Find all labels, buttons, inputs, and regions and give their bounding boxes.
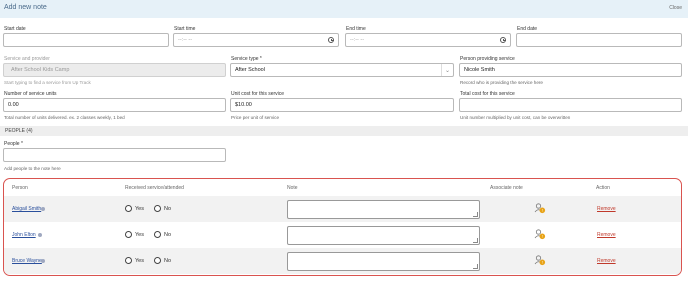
note-textarea[interactable] [287, 252, 480, 271]
column-header-person: Person [12, 185, 28, 191]
column-header-note: Note [287, 185, 298, 191]
people-section-title: PEOPLE (4) [5, 128, 33, 134]
chevron-down-icon[interactable]: ⌄ [441, 64, 453, 76]
person-providing-label: Person providing service [460, 56, 515, 62]
person-providing-help: Record who is providing the service here [460, 80, 543, 85]
no-radio[interactable] [154, 204, 161, 212]
yes-radio[interactable] [125, 256, 132, 264]
person-name-link[interactable]: John Elton [12, 232, 36, 238]
start-time-placeholder: --:-- -- [178, 37, 193, 43]
close-button[interactable]: Close [669, 5, 682, 11]
remove-button[interactable]: Remove [597, 232, 616, 238]
person-icon [41, 206, 45, 211]
person-icon [38, 232, 42, 237]
remove-button[interactable]: Remove [597, 206, 616, 212]
people-section-header: PEOPLE (4) [0, 126, 688, 136]
no-label: No [164, 205, 172, 212]
people-help: Add people to the note here [4, 166, 61, 171]
yes-label: Yes [135, 205, 144, 212]
unit-cost-input[interactable]: $10.00 [230, 98, 454, 112]
no-label: No [164, 231, 172, 238]
service-type-label: Service type * [231, 56, 262, 62]
no-radio[interactable] [154, 256, 161, 264]
units-help: Total number of units delivered. ex. 2 c… [4, 115, 125, 120]
yes-radio[interactable] [125, 230, 132, 238]
note-textarea[interactable] [287, 226, 480, 245]
yes-label: Yes [135, 257, 144, 264]
associate-note-icon[interactable]: ! [534, 202, 546, 214]
service-provider-label: Service and provider [4, 56, 50, 62]
table-row: Bruce Wayne Yes No ! Remove [4, 248, 681, 274]
table-row: Abigail Smith Yes No ! Remove [4, 196, 681, 222]
service-provider-input: After School Kids Camp [3, 63, 226, 77]
no-label: No [164, 257, 172, 264]
end-time-input[interactable]: --:-- -- [345, 33, 511, 47]
modal-header: Add new note Close [0, 0, 688, 18]
table-row: John Elton Yes No ! Remove [4, 222, 681, 248]
clock-icon[interactable] [328, 37, 334, 43]
person-icon [41, 258, 45, 263]
end-date-label: End date [517, 26, 538, 32]
yes-label: Yes [135, 231, 144, 238]
svg-text:!: ! [542, 235, 543, 239]
column-header-action: Action [596, 185, 610, 191]
total-cost-help: Unit number multiplied by unit cost, can… [460, 115, 571, 120]
people-label: People * [4, 141, 23, 147]
person-name-link[interactable]: Abigail Smith [12, 206, 41, 212]
end-date-input[interactable] [516, 33, 682, 47]
people-table: Person Received service/attended Note As… [3, 178, 682, 276]
remove-button[interactable]: Remove [597, 258, 616, 264]
start-date-label: Start date [4, 26, 26, 32]
no-radio[interactable] [154, 230, 161, 238]
units-input[interactable]: 0.00 [3, 98, 226, 112]
total-cost-input[interactable] [459, 98, 682, 112]
clock-icon[interactable] [500, 37, 506, 43]
start-time-input[interactable]: --:-- -- [173, 33, 339, 47]
person-name-link[interactable]: Bruce Wayne [12, 258, 42, 264]
column-header-received: Received service/attended [125, 185, 184, 191]
note-textarea[interactable] [287, 200, 480, 219]
modal-title: Add new note [4, 4, 47, 11]
svg-text:!: ! [542, 209, 543, 213]
start-time-label: Start time [174, 26, 196, 32]
people-input[interactable] [3, 148, 226, 162]
svg-text:!: ! [542, 261, 543, 265]
end-time-label: End time [346, 26, 366, 32]
associate-note-icon[interactable]: ! [534, 228, 546, 240]
start-date-input[interactable] [3, 33, 169, 47]
end-time-placeholder: --:-- -- [350, 37, 365, 43]
service-type-select[interactable]: After School ⌄ [230, 63, 454, 77]
total-cost-label: Total cost for this service [460, 91, 515, 97]
service-provider-help: Start typing to find a service from Up T… [4, 80, 91, 85]
yes-radio[interactable] [125, 204, 132, 212]
column-header-associate: Associate note [490, 185, 523, 191]
unit-cost-help: Price per unit of service [231, 115, 279, 120]
associate-note-icon[interactable]: ! [534, 254, 546, 266]
person-providing-input[interactable]: Nicole Smith [459, 63, 682, 77]
unit-cost-label: Unit cost for this service [231, 91, 285, 97]
units-label: Number of service units [4, 91, 57, 97]
